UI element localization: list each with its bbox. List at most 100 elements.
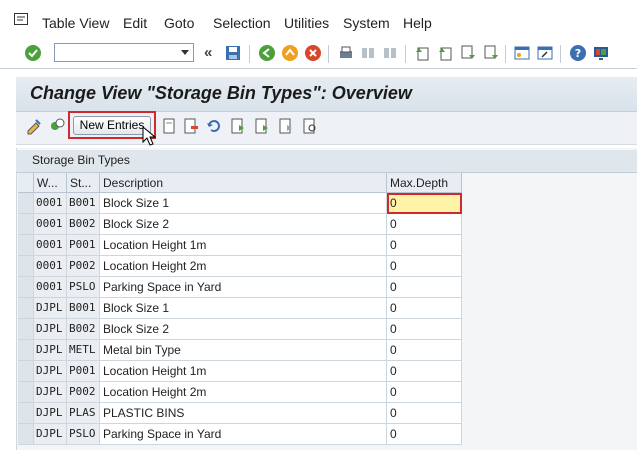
row-selector[interactable]	[18, 214, 34, 235]
copy-as-icon[interactable]	[160, 117, 178, 135]
row-selector[interactable]	[18, 403, 34, 424]
find-next-icon[interactable]	[381, 44, 399, 62]
table-row: 0001 P002 Location Height 2m 0	[18, 256, 462, 277]
command-field[interactable]	[54, 43, 194, 62]
menu-help[interactable]: Help	[403, 15, 432, 31]
cell-description[interactable]: Parking Space in Yard	[100, 277, 387, 298]
cell-warehouse: 0001	[34, 214, 67, 235]
cell-max-depth-input[interactable]: 0	[387, 214, 462, 235]
column-header-storage-type[interactable]: St...	[67, 173, 100, 193]
cell-max-depth-input[interactable]: 0	[387, 340, 462, 361]
cell-description[interactable]: Block Size 2	[100, 319, 387, 340]
select-all-icon[interactable]	[229, 117, 247, 135]
save-icon[interactable]	[224, 44, 242, 62]
menu-utilities[interactable]: Utilities	[284, 15, 329, 31]
enter-icon[interactable]	[24, 44, 42, 62]
cell-max-depth-input[interactable]: 0	[387, 361, 462, 382]
menu-selection[interactable]: Selection	[213, 15, 271, 31]
row-selector[interactable]	[18, 235, 34, 256]
print-preview-icon[interactable]	[301, 117, 319, 135]
select-block-icon[interactable]	[253, 117, 271, 135]
column-header-description[interactable]: Description	[100, 173, 387, 193]
column-header-max-depth[interactable]: Max.Depth	[387, 173, 462, 193]
column-header-warehouse[interactable]: W...	[34, 173, 67, 193]
cell-description[interactable]: Block Size 1	[100, 193, 387, 214]
cell-warehouse: 0001	[34, 235, 67, 256]
prev-page-icon[interactable]	[436, 44, 454, 62]
cell-max-depth-input[interactable]: 0	[387, 277, 462, 298]
table-row: DJPL B002 Block Size 20	[18, 319, 462, 340]
menu-system[interactable]: System	[343, 15, 390, 31]
cell-max-depth-input[interactable]: 0	[387, 235, 462, 256]
delete-icon[interactable]	[182, 117, 200, 135]
cell-description[interactable]: Block Size 1	[100, 298, 387, 319]
cell-storage-type: P001	[67, 361, 100, 382]
print-icon[interactable]	[337, 44, 355, 62]
table-row: DJPL PSLO Parking Space in Yard 0	[18, 424, 462, 445]
cell-storage-type: PSLO	[67, 277, 100, 298]
menu-bar: Table View Edit Goto Selection Utilities…	[0, 0, 637, 41]
row-selector[interactable]	[18, 193, 34, 214]
cell-description[interactable]: Location Height 2m	[100, 382, 387, 403]
row-selector[interactable]	[18, 424, 34, 445]
menu-table-view[interactable]: Table View	[42, 15, 109, 31]
cancel-icon[interactable]	[304, 44, 322, 62]
row-selector[interactable]	[18, 298, 34, 319]
cell-max-depth-input[interactable]: 0	[387, 382, 462, 403]
toolbar-separator	[249, 45, 250, 63]
row-selector[interactable]	[18, 361, 34, 382]
cell-description[interactable]: Location Height 2m	[100, 256, 387, 277]
create-session-icon[interactable]	[513, 44, 531, 62]
cell-max-depth-input[interactable]: 0	[387, 256, 462, 277]
row-selector[interactable]	[18, 319, 34, 340]
cell-description[interactable]: Location Height 1m	[100, 235, 387, 256]
cell-description[interactable]: Location Height 1m	[100, 361, 387, 382]
last-page-icon[interactable]	[482, 44, 500, 62]
svg-text:?: ?	[575, 47, 581, 60]
row-selector[interactable]	[18, 277, 34, 298]
menu-edit[interactable]: Edit	[123, 15, 147, 31]
first-page-icon[interactable]	[413, 44, 431, 62]
find-icon[interactable]	[359, 44, 377, 62]
double-chevron-left-icon[interactable]: «	[204, 44, 212, 61]
cell-storage-type: B001	[67, 193, 100, 214]
cell-max-depth-input[interactable]: 0	[387, 403, 462, 424]
cell-max-depth-input[interactable]: 0	[387, 193, 462, 214]
cell-warehouse: DJPL	[34, 319, 67, 340]
menu-goto[interactable]: Goto	[164, 15, 194, 31]
cell-storage-type: P002	[67, 256, 100, 277]
row-selector[interactable]	[18, 256, 34, 277]
chevron-down-icon[interactable]	[181, 50, 189, 55]
cell-description[interactable]: Parking Space in Yard	[100, 424, 387, 445]
select-all-header[interactable]	[18, 173, 34, 193]
table-row: DJPL PLAS PLASTIC BINS 0	[18, 403, 462, 424]
cell-storage-type: P001	[67, 235, 100, 256]
shortcut-icon[interactable]	[536, 44, 554, 62]
cell-storage-type: PLAS	[67, 403, 100, 424]
cell-description[interactable]: Block Size 2	[100, 214, 387, 235]
cell-max-depth-input[interactable]: 0	[387, 424, 462, 445]
back-icon[interactable]	[258, 44, 276, 62]
undo-icon[interactable]	[205, 117, 223, 135]
row-selector[interactable]	[18, 340, 34, 361]
app-menu-icon[interactable]	[14, 13, 28, 25]
cell-max-depth-input[interactable]: 0	[387, 298, 462, 319]
mouse-cursor-icon	[142, 126, 156, 146]
row-selector[interactable]	[18, 382, 34, 403]
display-change-icon[interactable]	[25, 117, 43, 135]
title-bar: Change View "Storage Bin Types": Overvie…	[16, 77, 637, 112]
cell-warehouse: DJPL	[34, 340, 67, 361]
toolbar-separator	[560, 45, 561, 63]
table-row: 0001 PSLO Parking Space in Yard 0	[18, 277, 462, 298]
exit-icon[interactable]	[281, 44, 299, 62]
cell-max-depth-input[interactable]: 0	[387, 319, 462, 340]
deselect-all-icon[interactable]	[277, 117, 295, 135]
new-entries-button[interactable]: New Entries	[73, 116, 151, 135]
cell-description[interactable]: PLASTIC BINS	[100, 403, 387, 424]
glasses-icon[interactable]	[49, 117, 67, 135]
customize-layout-icon[interactable]	[592, 44, 610, 62]
next-page-icon[interactable]	[459, 44, 477, 62]
cell-warehouse: 0001	[34, 256, 67, 277]
help-icon[interactable]: ?	[569, 44, 587, 62]
cell-description[interactable]: Metal bin Type	[100, 340, 387, 361]
